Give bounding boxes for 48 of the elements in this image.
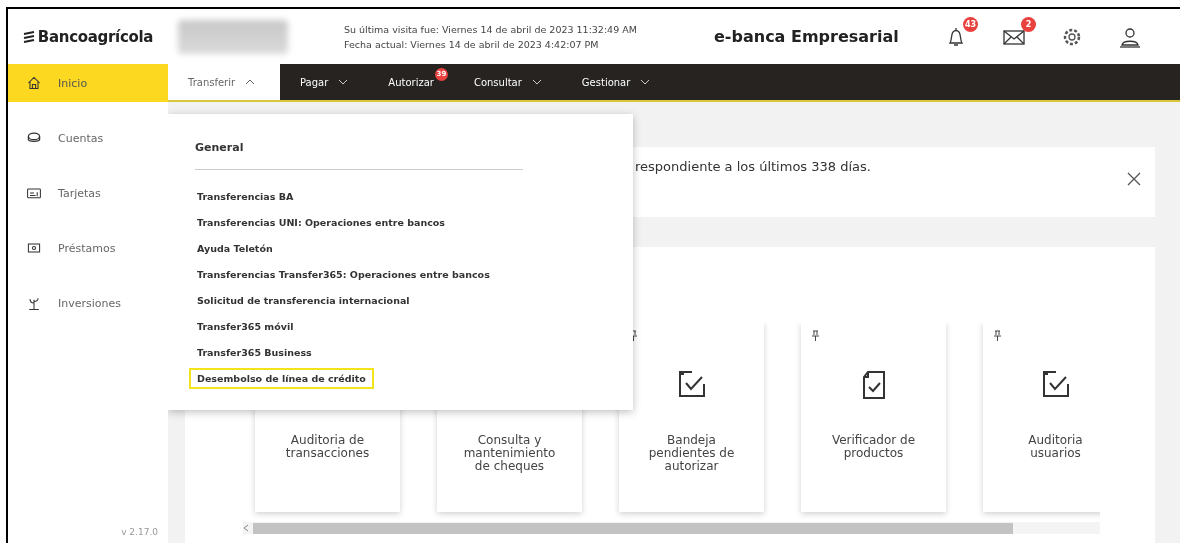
card-label: Verificador de productos xyxy=(831,434,916,460)
checkbox-icon xyxy=(1040,370,1071,400)
menu-item[interactable]: Transferencias UNI: Operaciones entre bancos xyxy=(189,212,453,233)
pin-icon[interactable] xyxy=(993,330,1002,341)
sidebar-item[interactable]: Inicio xyxy=(8,64,168,102)
chevron-down-icon xyxy=(640,79,651,85)
menu-item[interactable]: Desembolso de línea de crédito xyxy=(189,368,374,389)
card-label: Consulta y mantenimiento de cheques xyxy=(463,434,556,473)
message-badge: 2 xyxy=(1021,16,1036,32)
cash-icon xyxy=(26,240,42,256)
version-text: v 2.17.0 xyxy=(121,527,158,537)
nav-tab[interactable]: Consultar xyxy=(453,64,562,100)
sidebar-item[interactable]: Préstamos xyxy=(8,229,168,267)
menu-item[interactable]: Transferencias Transfer365: Operaciones entre bancos xyxy=(189,264,498,285)
notice-text: respondiente a los últimos 338 días. xyxy=(635,159,871,174)
checkbox-icon xyxy=(676,370,707,400)
chevron-down-icon xyxy=(338,79,349,85)
chevron-up-icon xyxy=(245,79,256,85)
card-label: Auditoria usuarios xyxy=(1028,434,1083,460)
app-title: e-banca Empresarial xyxy=(714,27,900,46)
shortcut-card[interactable]: Auditoria usuarios xyxy=(983,322,1100,512)
shortcut-card[interactable]: Bandeja pendientes de autorizar xyxy=(619,322,764,512)
plant-icon xyxy=(26,295,42,311)
close-icon[interactable] xyxy=(1127,172,1141,186)
chevron-down-icon xyxy=(531,79,542,85)
menu-item[interactable]: Transferencias BA xyxy=(189,186,302,207)
menu-item[interactable]: Solicitud de transferencia internacional xyxy=(189,290,418,311)
card-label: Bandeja pendientes de autorizar xyxy=(648,434,735,473)
home-icon xyxy=(26,75,42,91)
nav-tab[interactable]: Gestionar xyxy=(561,64,671,100)
pin-icon[interactable] xyxy=(811,330,820,341)
logo-icon xyxy=(22,30,35,43)
logo-text: Bancoagrícola xyxy=(37,27,154,46)
shortcut-card[interactable]: Verificador de productos xyxy=(801,322,946,512)
sidebar-item[interactable]: Cuentas xyxy=(8,119,168,157)
scroll-left-icon[interactable] xyxy=(243,524,249,532)
nav-tab[interactable]: Transferir xyxy=(168,64,280,100)
card-icon xyxy=(26,185,42,201)
menu-item[interactable]: Ayuda Teletón xyxy=(189,238,281,259)
notification-badge: 43 xyxy=(963,16,978,32)
nav-tab[interactable]: Pagar xyxy=(280,64,369,100)
sidebar-item[interactable]: Tarjetas xyxy=(8,174,168,212)
card-label: Auditoria de transacciones xyxy=(285,434,370,460)
sidebar-item[interactable]: Inversiones xyxy=(8,284,168,322)
current-date-text: Fecha actual: Viernes 14 de abril de 2023 4:42:07 PM xyxy=(344,38,600,50)
scrollbar[interactable] xyxy=(243,522,1100,534)
menu-heading: General xyxy=(195,141,523,170)
last-visit-text: Su última visita fue: Viernes 14 de abril de 2023 11:32:49 AM xyxy=(344,23,638,35)
